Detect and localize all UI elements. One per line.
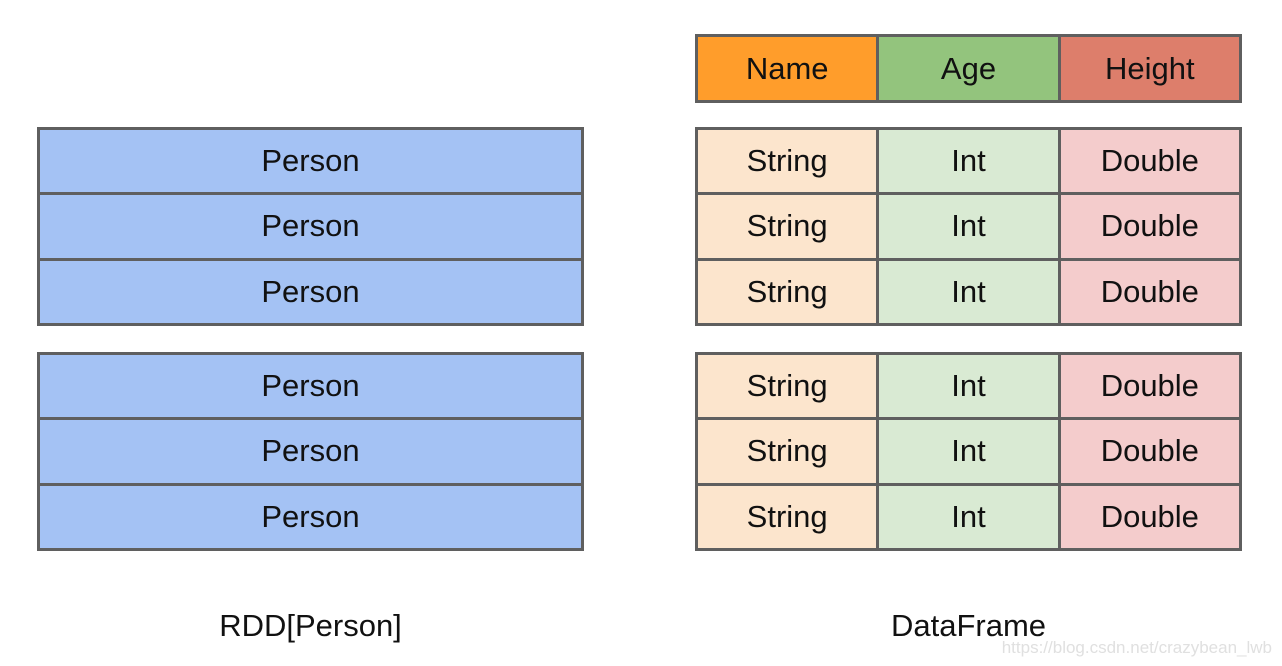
df-row: String Int Double [698,257,1239,323]
cell-string: String [698,195,877,258]
cell-string: String [698,355,877,418]
rdd-row: Person [40,192,581,258]
cell-int: Int [876,130,1058,193]
cell-double: Double [1057,130,1239,193]
header-name: Name [698,37,877,100]
cell-int: Int [876,420,1058,483]
cell-string: String [698,130,877,193]
cell-int: Int [876,260,1058,323]
cell-int: Int [876,195,1058,258]
dataframe-header: Name Age Height [695,34,1242,103]
rdd-row: Person [40,257,581,323]
cell-double: Double [1057,485,1239,548]
cell-string: String [698,485,877,548]
cell-double: Double [1057,195,1239,258]
cell-int: Int [876,355,1058,418]
cell-string: String [698,420,877,483]
rdd-row: Person [40,355,581,418]
df-row: String Int Double [698,355,1239,418]
cell-double: Double [1057,260,1239,323]
rdd-partition-1: Person Person Person [37,127,584,326]
header-age: Age [876,37,1058,100]
rdd-row: Person [40,417,581,483]
rdd-row: Person [40,130,581,193]
df-row: String Int Double [698,192,1239,258]
cell-double: Double [1057,420,1239,483]
rdd-row: Person [40,482,581,548]
dataframe-partition-2: String Int Double String Int Double Stri… [695,352,1242,551]
df-row: String Int Double [698,130,1239,193]
watermark: https://blog.csdn.net/crazybean_lwb [1001,638,1272,657]
df-row: String Int Double [698,482,1239,548]
cell-string: String [698,260,877,323]
dataframe-partition-1: String Int Double String Int Double Stri… [695,127,1242,326]
rdd-partition-2: Person Person Person [37,352,584,551]
cell-int: Int [876,485,1058,548]
rdd-caption: RDD[Person] [219,608,402,643]
df-row: String Int Double [698,417,1239,483]
header-height: Height [1057,37,1239,100]
cell-double: Double [1057,355,1239,418]
